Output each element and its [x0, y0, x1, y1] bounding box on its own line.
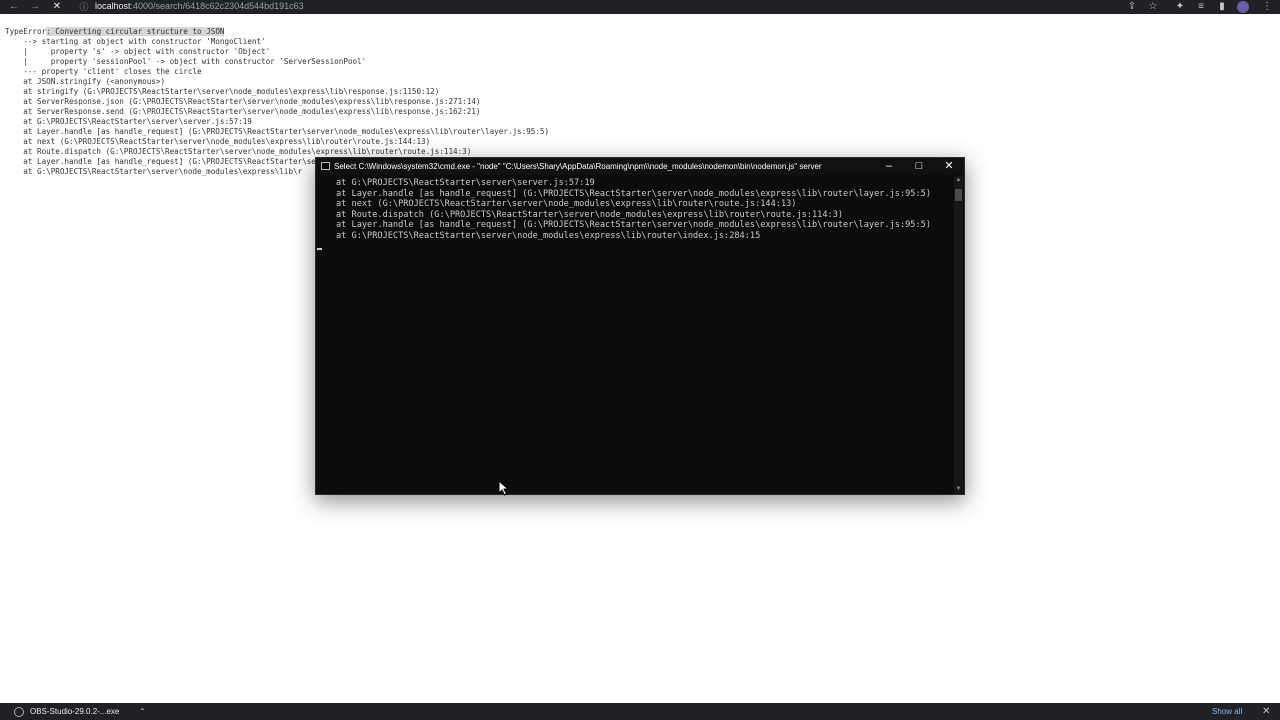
downloads-bar: OBS-Studio-29.0.2-...exe ⌃ Show all ✕	[0, 703, 1280, 720]
text-cursor	[317, 248, 322, 250]
address-bar[interactable]: localhost:4000/search/6418c62c2304d544bd…	[95, 0, 304, 14]
stack-line: --- property 'client' closes the circle	[5, 67, 202, 76]
download-item-label: OBS-Studio-29.0.2-...exe	[30, 707, 120, 716]
sidebar-icon[interactable]: ▮	[1214, 0, 1230, 14]
show-all-button[interactable]: Show all	[1212, 703, 1242, 720]
stack-line: at ServerResponse.json (G:\PROJECTS\Reac…	[5, 97, 481, 106]
mouse-pointer-icon	[498, 480, 510, 496]
close-downloads-icon[interactable]: ✕	[1262, 703, 1270, 720]
console-line: at Route.dispatch (G:\PROJECTS\ReactStar…	[336, 209, 844, 220]
maximize-icon[interactable]: □	[904, 158, 934, 175]
close-icon[interactable]: ✕	[934, 158, 964, 175]
console-window[interactable]: Select C:\Windows\system32\cmd.exe - "no…	[315, 157, 965, 495]
star-icon[interactable]: ☆	[1145, 0, 1161, 14]
stack-line: at G:\PROJECTS\ReactStarter\server\node_…	[5, 167, 303, 176]
console-title-bar[interactable]: Select C:\Windows\system32\cmd.exe - "no…	[316, 158, 964, 175]
reading-list-icon[interactable]: ≡	[1193, 0, 1209, 14]
scrollbar-thumb[interactable]	[955, 189, 962, 201]
chevron-up-icon[interactable]: ⌃	[139, 703, 146, 720]
console-line: at Layer.handle [as handle_request] (G:\…	[336, 220, 931, 231]
error-message: : Converting circular structure to JSON	[46, 27, 225, 36]
error-type: TypeError	[5, 27, 47, 36]
scroll-down-icon[interactable]: ▼	[954, 485, 963, 494]
back-arrow-icon[interactable]: ←	[5, 0, 23, 14]
stack-line: at Layer.handle [as handle_request] (G:\…	[5, 127, 550, 136]
share-icon[interactable]: ⇪	[1124, 0, 1140, 14]
extensions-icon[interactable]: ✦	[1172, 0, 1188, 14]
stack-line: at stringify (G:\PROJECTS\ReactStarter\s…	[5, 87, 440, 96]
console-title: Select C:\Windows\system32\cmd.exe - "no…	[334, 162, 822, 171]
stack-line: at ServerResponse.send (G:\PROJECTS\Reac…	[5, 107, 481, 116]
url-host: localhost	[95, 1, 131, 11]
console-scrollbar[interactable]: ▲ ▼	[954, 176, 963, 494]
stack-line: at next (G:\PROJECTS\ReactStarter\server…	[5, 137, 431, 146]
stop-icon[interactable]: ✕	[48, 0, 66, 14]
stack-line: --> starting at object with constructor …	[5, 37, 266, 46]
stack-line: | property 'sessionPool' -> object with …	[5, 57, 367, 66]
stack-line: at G:\PROJECTS\ReactStarter\server\serve…	[5, 117, 252, 126]
avatar[interactable]	[1237, 1, 1249, 13]
browser-toolbar: ← → ✕ ⓘ localhost:4000/search/6418c62c23…	[0, 0, 1280, 14]
stack-line: at Layer.handle [as handle_request] (G:\…	[5, 157, 339, 166]
menu-icon[interactable]: ⋮	[1259, 0, 1275, 14]
console-app-icon	[321, 162, 330, 170]
download-item[interactable]: OBS-Studio-29.0.2-...exe	[14, 703, 119, 720]
stack-line: | property 's' -> object with constructo…	[5, 47, 271, 56]
lock-icon[interactable]: ⓘ	[79, 2, 89, 12]
scroll-up-icon[interactable]: ▲	[954, 176, 963, 185]
download-file-icon	[14, 706, 24, 717]
error-output: TypeError: Converting circular structure…	[5, 27, 549, 177]
console-line: at Layer.handle [as handle_request] (G:\…	[336, 188, 931, 199]
console-line: at G:\PROJECTS\ReactStarter\server\serve…	[336, 178, 595, 188]
console-line: at G:\PROJECTS\ReactStarter\server\node_…	[336, 230, 761, 241]
url-path: :4000/search/6418c62c2304d544bd191c63	[130, 1, 304, 11]
forward-arrow-icon[interactable]: →	[26, 0, 44, 14]
console-output: at G:\PROJECTS\ReactStarter\server\serve…	[336, 178, 931, 242]
stack-line: at Route.dispatch (G:\PROJECTS\ReactStar…	[5, 147, 472, 156]
console-line: at next (G:\PROJECTS\ReactStarter\server…	[336, 199, 797, 210]
minimize-icon[interactable]: –	[874, 158, 904, 175]
stack-line: at JSON.stringify (<anonymous>)	[5, 77, 166, 86]
